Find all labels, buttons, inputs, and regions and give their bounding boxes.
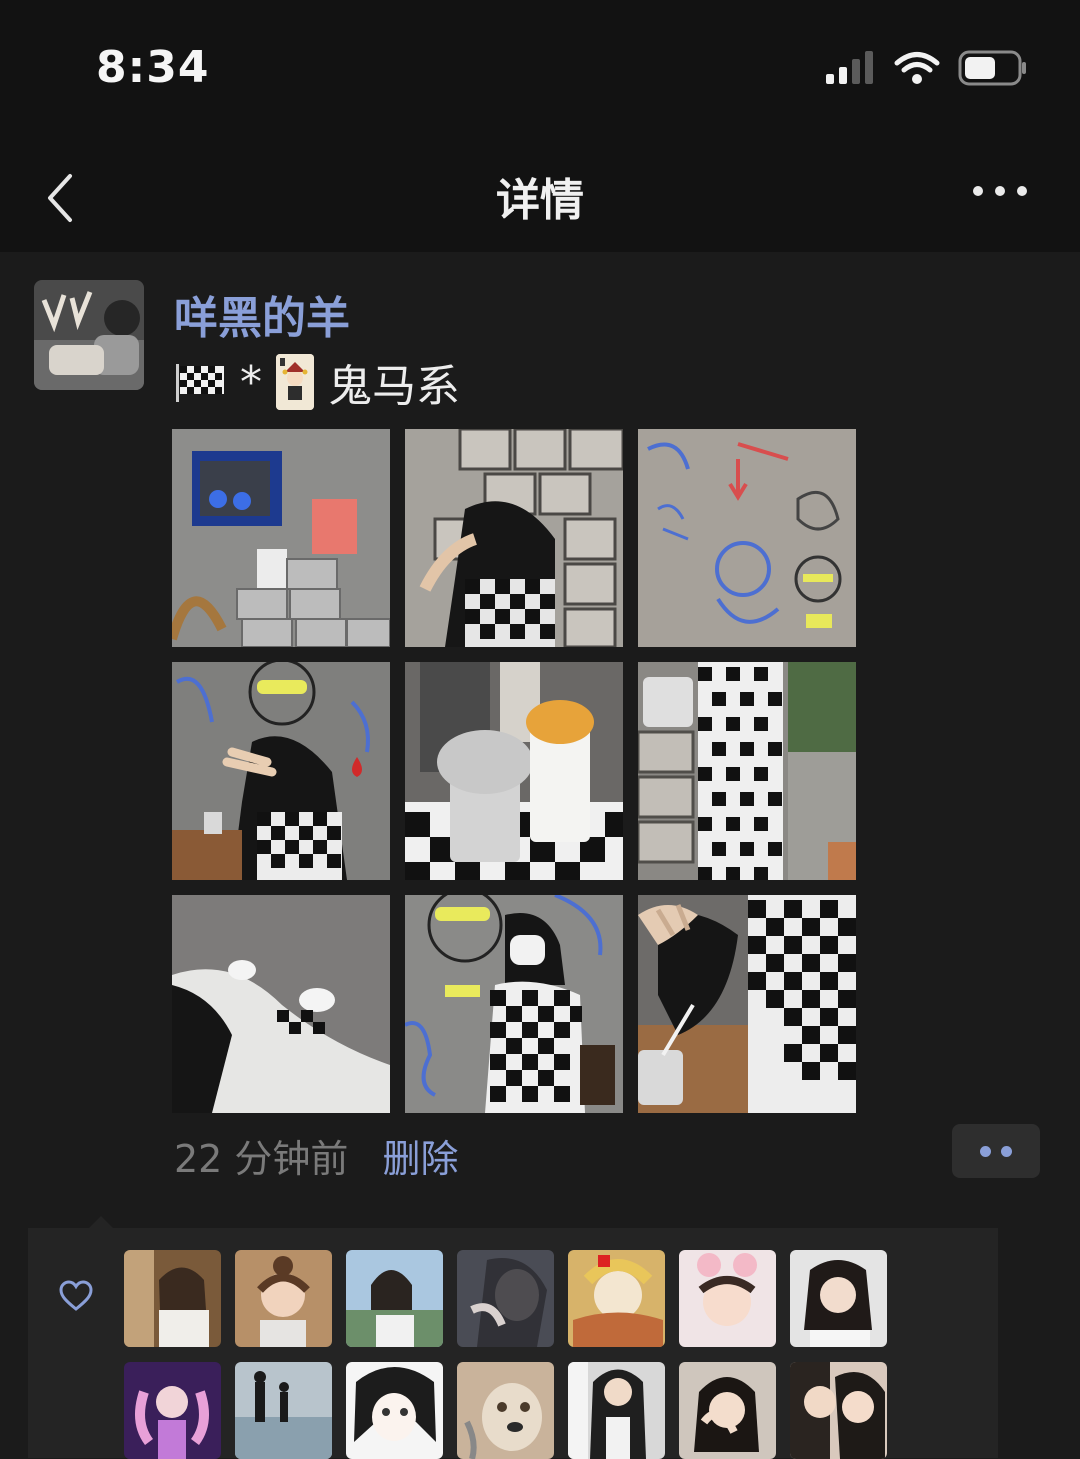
user-avatar[interactable] [34,280,144,390]
delete-link[interactable]: 删除 [382,1128,458,1183]
signal-icon [826,51,873,84]
like-comment-button[interactable] [952,1124,1040,1178]
likes-caret [88,1216,114,1229]
battery-icon [958,50,1026,86]
more-button[interactable] [970,176,1030,206]
liker-avatar[interactable] [235,1250,332,1347]
likes-panel [28,1216,998,1459]
action-dot [980,1146,991,1157]
liker-avatar[interactable] [346,1250,443,1347]
status-bar: 8:34 [0,0,1080,140]
wifi-icon [894,52,940,84]
liker-avatar[interactable] [235,1362,332,1459]
more-icon [973,186,1027,196]
photo-3[interactable] [638,429,856,647]
status-icons [826,50,1028,86]
post-text-suffix: 鬼马系 [328,361,460,412]
liker-avatar[interactable] [346,1362,443,1459]
photo-6[interactable] [638,662,856,880]
photo-grid [172,429,856,1113]
post-timestamp: 22 分钟前 [174,1137,349,1181]
photo-9[interactable] [638,895,856,1113]
text-separator: * [240,356,262,408]
action-dot [1001,1146,1012,1157]
photo-8[interactable] [405,895,623,1113]
photo-7[interactable] [172,895,390,1113]
photo-5[interactable] [405,662,623,880]
joker-card-icon [276,354,314,410]
photo-2[interactable] [405,429,623,647]
liker-avatar[interactable] [457,1250,554,1347]
liker-avatar[interactable] [568,1362,665,1459]
username[interactable]: 咩黑的羊 [174,282,350,346]
post-text: * 鬼马系 [174,350,460,414]
checkered-flag-icon [176,364,224,402]
liker-avatar[interactable] [457,1362,554,1459]
liker-avatar[interactable] [679,1362,776,1459]
liker-avatar[interactable] [790,1362,887,1459]
liker-avatar[interactable] [124,1362,221,1459]
photo-4[interactable] [172,662,390,880]
heart-icon [59,1280,93,1311]
liker-avatar[interactable] [679,1250,776,1347]
page-title: 详情 [496,175,584,226]
photo-1[interactable] [172,429,390,647]
nav-bar: 详情 [0,140,1080,252]
post-content: 咩黑的羊 * 鬼马系 22 分钟前 删除 [0,252,1080,1459]
post-meta: 22 分钟前 删除 [174,1128,458,1183]
liker-avatar[interactable] [790,1250,887,1347]
liker-avatar[interactable] [124,1250,221,1347]
liker-avatar[interactable] [568,1250,665,1347]
status-time: 8:34 [96,42,210,93]
